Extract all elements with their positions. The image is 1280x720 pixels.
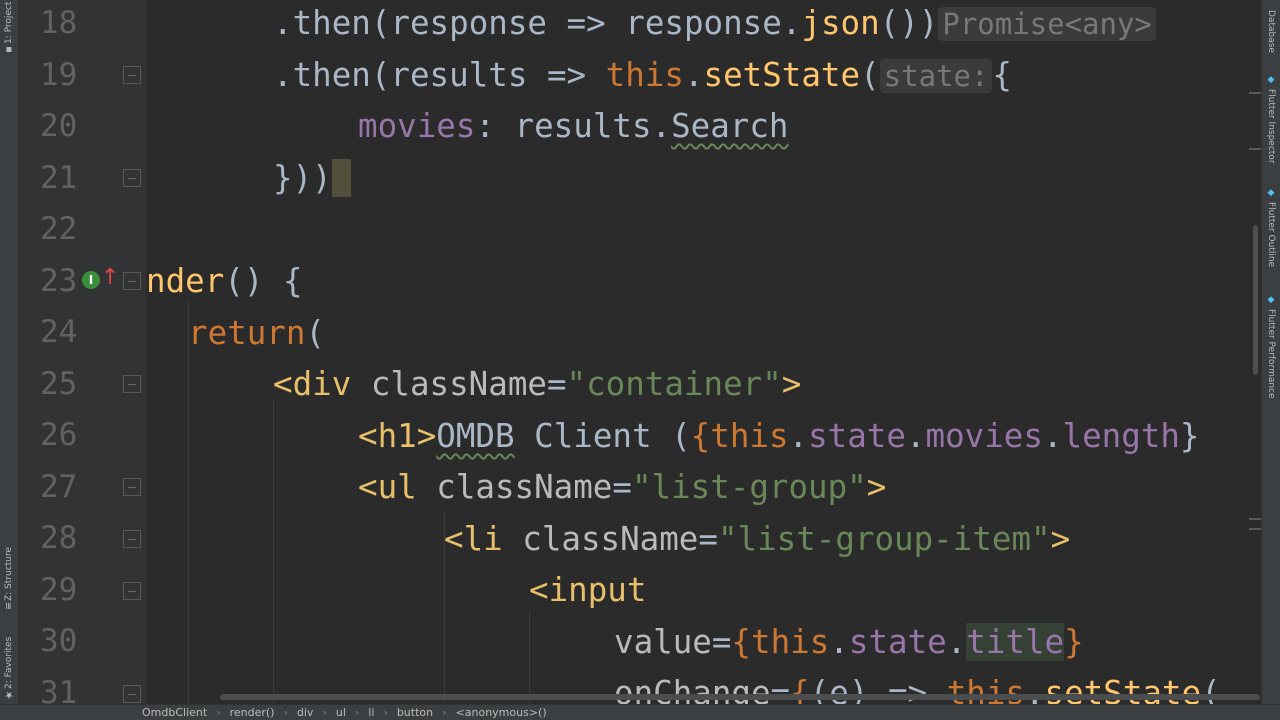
- line-number: 26: [40, 417, 78, 453]
- line-number: 19: [40, 57, 78, 93]
- parameter-hint: state:: [879, 59, 993, 93]
- horizontal-scrollbar[interactable]: [220, 694, 1260, 700]
- line-number: 20: [40, 108, 78, 144]
- line-number: 29: [40, 572, 78, 608]
- fold-marker-icon[interactable]: [123, 169, 141, 187]
- flutter-icon: ◆: [1266, 188, 1276, 198]
- left-tool-strip: ▪ 1: Project ≡ Z: Structure ★ 2: Favorit…: [0, 0, 19, 720]
- code-line-25: <div className="container">: [273, 365, 802, 403]
- flutter-outline-tool-tab[interactable]: ◆ Flutter Outline: [1262, 188, 1280, 278]
- flutter-icon: ◆: [1266, 295, 1276, 305]
- line-number: 30: [40, 623, 78, 659]
- code-line-20: movies: results.Search: [358, 107, 789, 145]
- type-hint: Promise<any>: [938, 7, 1156, 41]
- fold-marker-icon[interactable]: [123, 530, 141, 548]
- code-line-24: return(: [188, 314, 325, 352]
- indent-guide: [273, 400, 274, 704]
- flutter-inspector-tool-tab[interactable]: ◆ Flutter Inspector: [1262, 75, 1280, 175]
- line-number: 28: [40, 520, 78, 556]
- code-line-30: value={this.state.title}: [614, 623, 1084, 661]
- override-arrow-icon[interactable]: ↑: [101, 266, 119, 290]
- fold-marker-icon[interactable]: [123, 478, 141, 496]
- project-tab-label: 1: Project: [4, 1, 14, 45]
- structure-tab-label: Z: Structure: [4, 547, 14, 602]
- line-number: 25: [40, 366, 78, 402]
- code-line-26: <h1>OMDB Client ({this.state.movies.leng…: [358, 417, 1200, 455]
- vertical-scrollbar[interactable]: [1253, 225, 1258, 375]
- right-tool-strip: Database ◆ Flutter Inspector ◆ Flutter O…: [1261, 0, 1280, 720]
- breadcrumb-item[interactable]: button ›: [397, 706, 456, 719]
- text-caret: [331, 159, 352, 197]
- breadcrumb-item[interactable]: ul ›: [336, 706, 368, 719]
- error-stripe-mark[interactable]: [1249, 92, 1261, 94]
- database-tool-tab[interactable]: Database: [1262, 10, 1280, 62]
- code-line-27: <ul className="list-group">: [358, 468, 887, 506]
- fold-marker-icon[interactable]: [123, 272, 141, 290]
- line-number: 27: [40, 469, 78, 505]
- error-stripe-mark[interactable]: [1249, 528, 1261, 530]
- flutter-icon: ◆: [1266, 75, 1276, 85]
- highlighted-identifier: title: [966, 623, 1065, 661]
- breadcrumb: OmdbClient › render() › div › ul › li › butto…: [0, 704, 1280, 720]
- code-editor[interactable]: .then(response => response.json()) Promis…: [146, 0, 1262, 704]
- database-tab-label: Database: [1266, 10, 1276, 53]
- error-stripe-mark[interactable]: [1249, 148, 1261, 150]
- project-tool-tab[interactable]: ▪ 1: Project: [0, 0, 18, 60]
- indent-guide: [188, 300, 189, 704]
- flutter-performance-tool-tab[interactable]: ◆ Flutter Performance: [1262, 295, 1280, 410]
- breadcrumb-item[interactable]: div ›: [297, 706, 336, 719]
- code-line-23: nder() {: [146, 262, 303, 300]
- performance-tab-label: Flutter Performance: [1266, 309, 1276, 399]
- fold-marker-icon[interactable]: [123, 582, 141, 600]
- breadcrumb-item[interactable]: OmdbClient ›: [142, 706, 230, 719]
- implements-method-icon[interactable]: I: [82, 271, 100, 289]
- fold-marker-icon[interactable]: [123, 66, 141, 84]
- code-line-21: })): [273, 156, 352, 200]
- error-stripe-mark[interactable]: [1249, 518, 1261, 520]
- outline-tab-label: Flutter Outline: [1266, 202, 1276, 268]
- line-number: 21: [40, 160, 78, 196]
- line-number: 24: [40, 314, 78, 350]
- breadcrumb-item[interactable]: <anonymous>(): [456, 706, 547, 719]
- editor-gutter: 18 19 20 21 22 23 24 25 26 27 28 29 30 3…: [18, 0, 146, 711]
- typo-underlined-word: OMDB: [436, 417, 515, 455]
- star-icon: ★: [3, 689, 15, 701]
- folder-icon: ▪: [3, 44, 15, 56]
- inspector-tab-label: Flutter Inspector: [1266, 89, 1276, 164]
- fold-marker-icon[interactable]: [123, 685, 141, 703]
- line-number: 22: [40, 211, 78, 247]
- code-line-18: .then(response => response.json()) Promis…: [273, 1, 1156, 45]
- breadcrumb-item[interactable]: li ›: [368, 706, 397, 719]
- breadcrumb-item[interactable]: render() ›: [230, 706, 297, 719]
- fold-marker-icon[interactable]: [123, 375, 141, 393]
- code-line-28: <li className="list-group-item">: [444, 520, 1071, 558]
- structure-icon: ≡: [3, 601, 15, 610]
- indent-guide: [529, 610, 530, 704]
- favorites-tool-tab[interactable]: ★ 2: Favorites: [0, 630, 18, 710]
- line-number: 18: [40, 5, 78, 41]
- code-line-29: <input: [529, 571, 647, 609]
- unresolved-member: Search: [671, 107, 789, 145]
- code-line-19: .then(results => this.setState(state:{: [273, 56, 1012, 94]
- favorites-tab-label: 2: Favorites: [4, 636, 14, 690]
- structure-tool-tab[interactable]: ≡ Z: Structure: [0, 540, 18, 620]
